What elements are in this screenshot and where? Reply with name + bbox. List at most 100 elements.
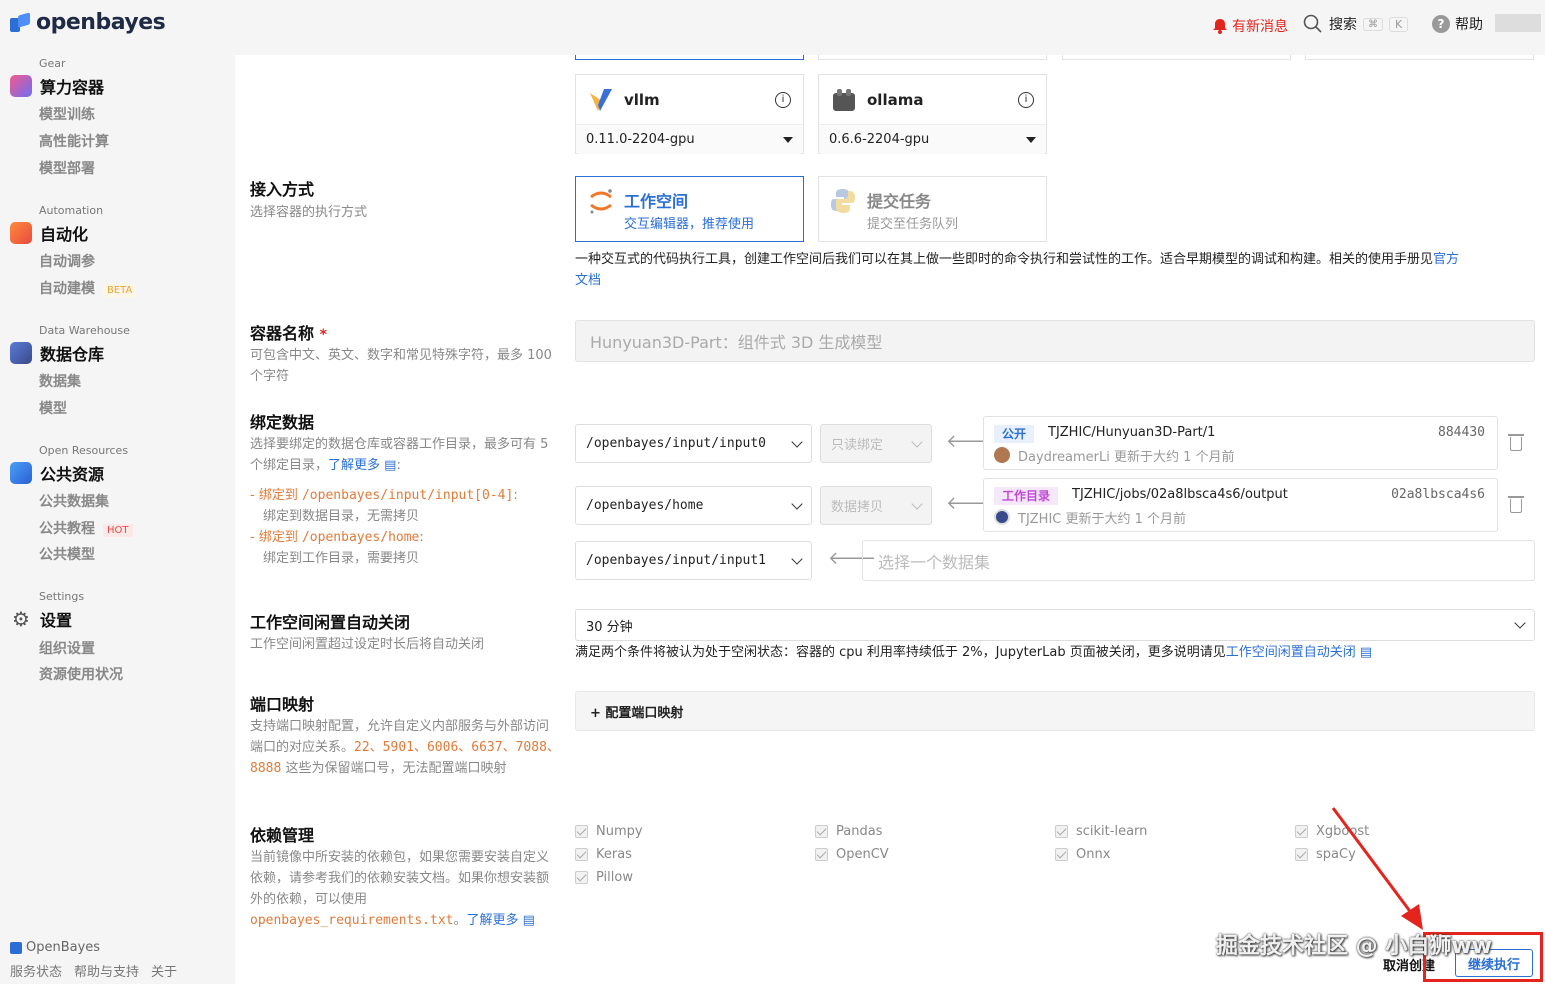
brand-name: openbayes xyxy=(36,10,166,35)
image-version-select[interactable]: 0.11.0-2204-gpu xyxy=(576,125,803,154)
bind-mode-select[interactable]: 只读绑定 xyxy=(820,424,932,463)
caret-down-icon xyxy=(1026,136,1036,143)
dataset-select-input[interactable]: 选择一个数据集 xyxy=(862,540,1535,581)
help-label: 帮助 xyxy=(1455,17,1483,33)
chevron-down-icon xyxy=(1514,617,1526,629)
task-title: 提交任务 xyxy=(867,192,932,211)
info-icon[interactable]: i xyxy=(1018,91,1034,108)
bind-path-select[interactable]: /openbayes/home xyxy=(575,486,812,525)
notifications-label: 有新消息 xyxy=(1232,19,1288,35)
sidebar-item-org[interactable]: 组织设置 xyxy=(39,638,95,658)
partial-card xyxy=(1305,55,1534,60)
sidebar-automation[interactable]: 自动化 xyxy=(10,221,88,245)
beta-badge: BETA xyxy=(103,284,137,297)
doc-icon: ▤ xyxy=(1355,645,1373,660)
sidebar-item-datasets[interactable]: 数据集 xyxy=(39,371,81,391)
output-source: TJZHIC/jobs/02a8lbsca4s6/output xyxy=(1072,487,1288,502)
footer-brand-label: OpenBayes xyxy=(26,940,101,955)
footer-brand: OpenBayes xyxy=(10,940,100,955)
vllm-logo-icon xyxy=(590,88,612,111)
bound-dataset-card[interactable]: 公开 TJZHIC/Hunyuan3D-Part/1 884430 Daydre… xyxy=(983,416,1498,470)
container-name-input[interactable]: Hunyuan3D-Part：组件式 3D 生成模型 xyxy=(575,320,1535,362)
sidebar-item-public-tutorials[interactable]: 公共教程 HOT xyxy=(39,518,133,538)
container-name-title-text: 容器名称 xyxy=(250,324,315,343)
footer-link-about[interactable]: 关于 xyxy=(151,961,177,980)
public-tag: 公开 xyxy=(994,425,1035,443)
info-icon[interactable]: i xyxy=(775,91,791,108)
access-task-option[interactable]: 提交任务 提交至任务队列 xyxy=(818,176,1047,242)
sidebar-settings[interactable]: ⚙ 设置 xyxy=(10,607,72,631)
trash-icon[interactable] xyxy=(1508,496,1524,513)
brand-logo[interactable]: openbayes xyxy=(10,10,166,35)
sidebar-item-automl[interactable]: 自动建模 BETA xyxy=(39,278,137,298)
footer-link-support[interactable]: 帮助与支持 xyxy=(74,961,139,980)
chevron-down-icon xyxy=(791,552,803,565)
sidebar-item-training[interactable]: 模型训练 xyxy=(39,104,95,124)
hint1-desc: 绑定到数据目录，无需拷贝 xyxy=(263,509,420,524)
hint2-path: /openbayes/home xyxy=(301,530,420,545)
image-version: 0.6.6-2204-gpu xyxy=(829,132,930,147)
continue-button[interactable]: 继续执行 xyxy=(1455,949,1533,977)
image-version-select[interactable]: 0.6.6-2204-gpu xyxy=(819,125,1046,154)
sidebar-item-models[interactable]: 模型 xyxy=(39,398,67,418)
docs-link-cont[interactable]: 文档 xyxy=(575,273,601,288)
idle-doc-link[interactable]: 工作空间闲置自动关闭 xyxy=(1226,645,1356,660)
image-card-ollama[interactable]: ollama i 0.6.6-2204-gpu xyxy=(818,74,1047,154)
dep-label: Pandas xyxy=(836,824,883,839)
bind-learn-more-link[interactable]: 了解更多 xyxy=(328,458,380,473)
bind-mode-value: 数据拷贝 xyxy=(831,500,884,515)
sidebar-item-public-models[interactable]: 公共模型 xyxy=(39,544,95,564)
notifications-button[interactable]: 有新消息 xyxy=(1212,16,1288,36)
image-card-vllm[interactable]: vllm i 0.11.0-2204-gpu xyxy=(575,74,804,154)
idle-title: 工作空间闲置自动关闭 xyxy=(250,613,411,632)
access-desc: 选择容器的执行方式 xyxy=(250,205,368,220)
output-id: 02a8lbsca4s6 xyxy=(1391,487,1485,502)
sidebar-settings-title: 设置 xyxy=(40,611,73,630)
bind-path-select[interactable]: /openbayes/input/input0 xyxy=(575,424,812,463)
avatar[interactable] xyxy=(1495,14,1541,32)
bind-hints: - 绑定到 /openbayes/input/input[0-4]: 绑定到数据… xyxy=(250,485,560,569)
automation-icon xyxy=(10,222,32,244)
settings-gear-icon: ⚙ xyxy=(12,607,30,631)
bind-path-select[interactable]: /openbayes/input/input1 xyxy=(575,541,812,580)
bind-mode-select[interactable]: 数据拷贝 xyxy=(820,486,932,525)
sidebar-item-public-datasets[interactable]: 公共数据集 xyxy=(39,491,109,511)
python-icon xyxy=(831,189,855,213)
access-workspace-option[interactable]: 工作空间 交互编辑器，推荐使用 xyxy=(575,176,804,242)
dataset-id: 884430 xyxy=(1438,425,1485,440)
bind-path-value: /openbayes/input/input1 xyxy=(586,553,767,568)
sidebar-category-open: Open Resources xyxy=(39,444,129,457)
checkbox-icon xyxy=(815,848,828,861)
search-button[interactable]: 搜索 ⌘ K xyxy=(1303,14,1409,34)
ports-desc-text2: 这些为保留端口号，无法配置端口映射 xyxy=(285,761,507,776)
sidebar-item-deploy[interactable]: 模型部署 xyxy=(39,158,95,178)
chevron-down-icon xyxy=(791,435,803,448)
annotation-arrow-icon xyxy=(1331,807,1423,930)
sidebar-item-usage[interactable]: 资源使用状况 xyxy=(39,664,123,684)
docs-link[interactable]: 官方 xyxy=(1433,252,1459,267)
sidebar-item-hpc[interactable]: 高性能计算 xyxy=(39,131,109,151)
sidebar-item-autotune[interactable]: 自动调参 xyxy=(39,251,95,271)
deps-learn-more-link[interactable]: 了解更多 xyxy=(467,913,519,928)
checkbox-icon xyxy=(815,825,828,838)
jupyter-icon xyxy=(590,189,612,214)
sidebar-gear-title: 算力容器 xyxy=(40,78,105,97)
sidebar-warehouse[interactable]: 数据仓库 xyxy=(10,341,104,365)
help-button[interactable]: ? 帮助 xyxy=(1432,14,1483,34)
sidebar-category-automation: Automation xyxy=(39,204,104,217)
trash-icon[interactable] xyxy=(1508,434,1524,451)
idle-timeout-select[interactable]: 30 分钟 xyxy=(575,609,1535,641)
sidebar-category-gear: Gear xyxy=(39,57,66,70)
idle-note-text: 满足两个条件将被认为处于空闲状态：容器的 cpu 利用率持续低于 2%，Jupy… xyxy=(575,645,1226,660)
hint1-label: 绑定到 xyxy=(258,488,298,503)
sidebar-gear[interactable]: 算力容器 xyxy=(10,74,104,98)
hint2-desc: 绑定到工作目录，需要拷贝 xyxy=(263,551,420,566)
sidebar-open-resources[interactable]: 公共资源 xyxy=(10,461,104,485)
access-note: 一种交互式的代码执行工具，创建工作空间后我们可以在其上做一些即时的命令执行和尝试… xyxy=(575,249,1535,291)
footer-link-status[interactable]: 服务状态 xyxy=(10,961,62,980)
checkbox-icon xyxy=(575,825,588,838)
task-sub: 提交至任务队列 xyxy=(867,217,959,232)
bound-output-card[interactable]: 工作目录 TJZHIC/jobs/02a8lbsca4s6/output 02a… xyxy=(983,478,1498,532)
bind-path-value: /openbayes/home xyxy=(586,498,704,513)
config-port-button[interactable]: + 配置端口映射 xyxy=(575,691,1535,731)
